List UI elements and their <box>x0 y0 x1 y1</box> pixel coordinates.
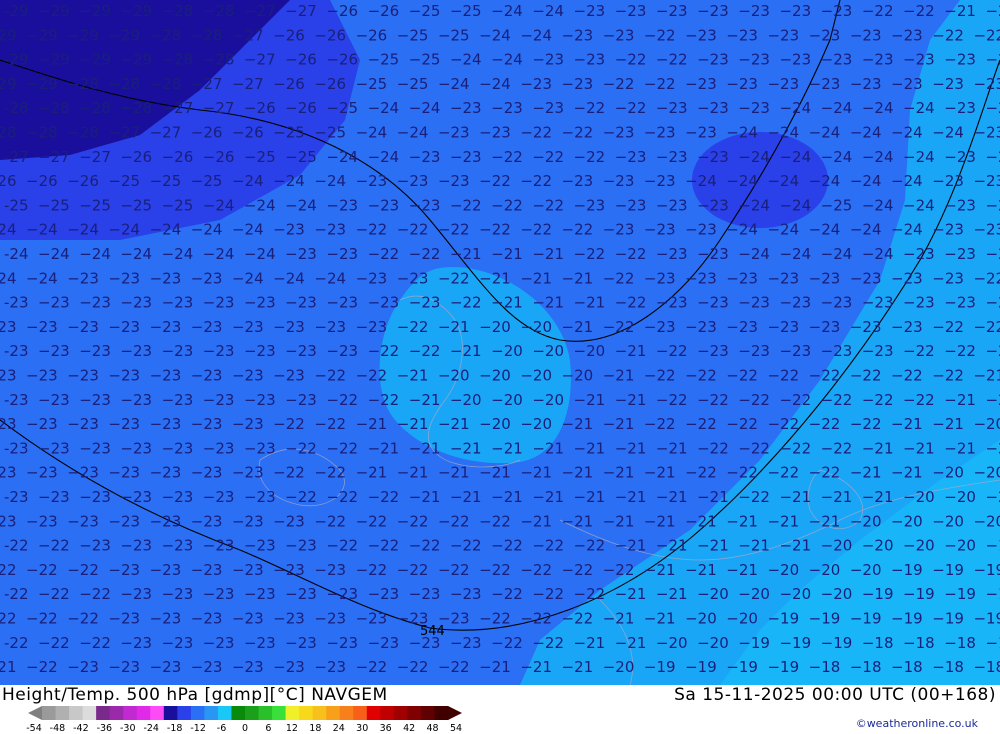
legend-swatch <box>380 706 395 720</box>
legend-tick-label: -30 <box>120 723 136 734</box>
temp-label-row: -23 −23 −23 −23 −23 −23 −23 −23 −23 −23 … <box>4 294 1000 312</box>
legend-swatch <box>204 706 219 720</box>
map-footer: Height/Temp. 500 hPa [gdmp][°C] NAVGEM S… <box>0 685 1000 734</box>
legend-swatch <box>190 706 205 720</box>
legend-tick-label: -36 <box>96 723 113 734</box>
legend-tick-label: -48 <box>49 723 66 734</box>
temp-label-row: -21 −22 −23 −23 −23 −23 −23 −23 −23 −22 … <box>0 658 1000 676</box>
legend-swatch <box>420 706 435 720</box>
temp-label-row: -23 −23 −23 −23 −23 −23 −23 −23 −22 −22 … <box>0 512 1000 530</box>
legend-swatch <box>69 706 84 720</box>
temp-label-row: -27 −27 −27 −26 −26 −26 −25 −25 −24 −24 … <box>4 148 1000 166</box>
legend-swatch <box>326 706 341 720</box>
legend-tick-label: 30 <box>356 723 369 734</box>
temp-label-row: -22 −22 −22 −23 −23 −23 −23 −23 −23 −23 … <box>4 585 1000 603</box>
temp-label-row: -22 −22 −22 −23 −23 −23 −23 −23 −23 −22 … <box>0 561 1000 579</box>
temp-label-row: -23 −23 −23 −23 −23 −23 −23 −22 −22 −21 … <box>4 439 1000 457</box>
temp-label-row: -25 −25 −25 −25 −25 −24 −24 −24 −23 −23 … <box>4 196 1000 214</box>
legend-tick-label: 42 <box>403 723 416 734</box>
legend-swatch <box>312 706 327 720</box>
legend-tick-label: 0 <box>241 723 249 734</box>
temp-label-row: -23 −23 −23 −23 −23 −23 −23 −23 −22 −22 … <box>4 391 1000 409</box>
legend-tick-label: -6 <box>216 723 227 734</box>
legend-tick-label: -12 <box>190 723 206 734</box>
legend-tick-label: 48 <box>426 723 439 734</box>
legend-arrow-left <box>28 706 42 720</box>
temp-label-row: -28 −28 −28 −28 −27 −27 −26 −26 −25 −24 … <box>4 99 1000 117</box>
map-canvas: 544 -29 −29 −29 −29 −28 −28 −27 −27 −26 … <box>0 0 1000 685</box>
temp-label-row: -24 −24 −24 −24 −24 −24 −24 −23 −23 −22 … <box>4 245 1000 263</box>
legend-arrow-right <box>448 706 462 720</box>
legend-swatch <box>217 706 232 720</box>
legend-ticks: -54 -48 -42 -36 -30 -24 -18 -12 -6 0 6 12 18 24 30 36 42… <box>26 723 474 734</box>
temp-label-row: -22 −22 −23 −23 −23 −23 −23 −23 −22 −22 … <box>4 537 1000 555</box>
legend-swatch <box>339 706 354 720</box>
legend-swatch <box>245 706 260 720</box>
temp-label-row: -23 −23 −23 −23 −23 −23 −23 −22 −22 −22 … <box>4 488 1000 506</box>
chart-title: Height/Temp. 500 hPa [gdmp][°C] NAVGEM <box>2 685 388 705</box>
legend-tick-label: 18 <box>309 723 322 734</box>
legend-tick-label: 6 <box>265 723 272 734</box>
temp-label-row: -26 −26 −26 −25 −25 −25 −24 −24 −24 −23 … <box>0 172 1000 190</box>
legend-swatch <box>82 706 97 720</box>
temp-label-row: -29 −29 −29 −29 −28 −28 −27 −26 −26 −26 … <box>0 26 1000 44</box>
temp-label-row: -23 −23 −23 −23 −23 −23 −23 −22 −22 −21 … <box>0 464 1000 482</box>
legend-tick-label: 36 <box>379 723 392 734</box>
legend-swatch <box>177 706 192 720</box>
legend-swatch <box>258 706 273 720</box>
temp-label-row: -22 −22 −22 −23 −23 −23 −23 −23 −23 −23 … <box>4 634 1000 652</box>
legend-swatch <box>96 706 111 720</box>
temp-label-row: -29 −29 −29 −29 −28 −28 −27 −27 −26 −26 … <box>4 2 1000 20</box>
legend-swatch <box>42 706 57 720</box>
legend-swatch <box>299 706 314 720</box>
legend-swatch <box>123 706 138 720</box>
legend-tick-label: -24 <box>143 723 159 734</box>
temp-label-row: -23 −23 −23 −23 −23 −23 −23 −23 −23 −23 … <box>0 318 1000 336</box>
legend-swatch <box>366 706 381 720</box>
legend-swatch <box>285 706 300 720</box>
credit-text: ©weatheronline.co.uk <box>855 717 978 730</box>
temp-label-row: -23 −23 −23 −23 −23 −23 −23 −22 −22 −21 … <box>0 415 1000 433</box>
temp-label-row: -29 −29 −28 −28 −28 −27 −27 −26 −26 −25 … <box>0 75 1000 93</box>
legend-tick-label: 12 <box>285 723 298 734</box>
temp-label-row: -24 −24 −23 −23 −23 −23 −24 −24 −24 −23 … <box>0 269 1000 287</box>
legend-swatch <box>353 706 368 720</box>
weather-map: 544 -29 −29 −29 −29 −28 −28 −27 −27 −26 … <box>0 0 1000 685</box>
temp-label-row: -22 −22 −22 −23 −23 −23 −23 −23 −23 −23 … <box>0 610 1000 628</box>
legend-swatch <box>163 706 178 720</box>
legend-tick-label: -18 <box>166 723 183 734</box>
legend-swatch <box>109 706 124 720</box>
legend-tick-label: 24 <box>332 723 345 734</box>
legend-swatch <box>55 706 70 720</box>
legend-tick-label: -42 <box>73 723 89 734</box>
legend-swatch <box>407 706 422 720</box>
temp-label-row: -28 −28 −28 −27 −27 −26 −26 −25 −25 −24 … <box>0 124 1000 142</box>
temp-label-row: -29 −29 −29 −29 −28 −28 −27 −26 −26 −25 … <box>4 51 1000 69</box>
temp-label-row: -23 −23 −23 −23 −23 −23 −23 −23 −23 −22 … <box>4 342 1000 360</box>
legend-swatch <box>136 706 151 720</box>
temp-label-row: -23 −23 −23 −23 −23 −23 −23 −23 −22 −22 … <box>0 367 1000 385</box>
legend-tick-label: -54 <box>26 723 42 734</box>
legend-swatch <box>272 706 287 720</box>
color-legend <box>28 706 462 720</box>
legend-tick-label: 54 <box>449 723 463 734</box>
legend-swatch <box>150 706 165 720</box>
legend-swatch <box>393 706 408 720</box>
temp-label-row: -24 −24 −24 −24 −24 −24 −24 −23 −23 −22 … <box>0 221 1000 239</box>
legend-swatch <box>434 706 449 720</box>
legend-swatch <box>231 706 246 720</box>
valid-time: Sa 15-11-2025 00:00 UTC (00+168) <box>674 685 996 705</box>
